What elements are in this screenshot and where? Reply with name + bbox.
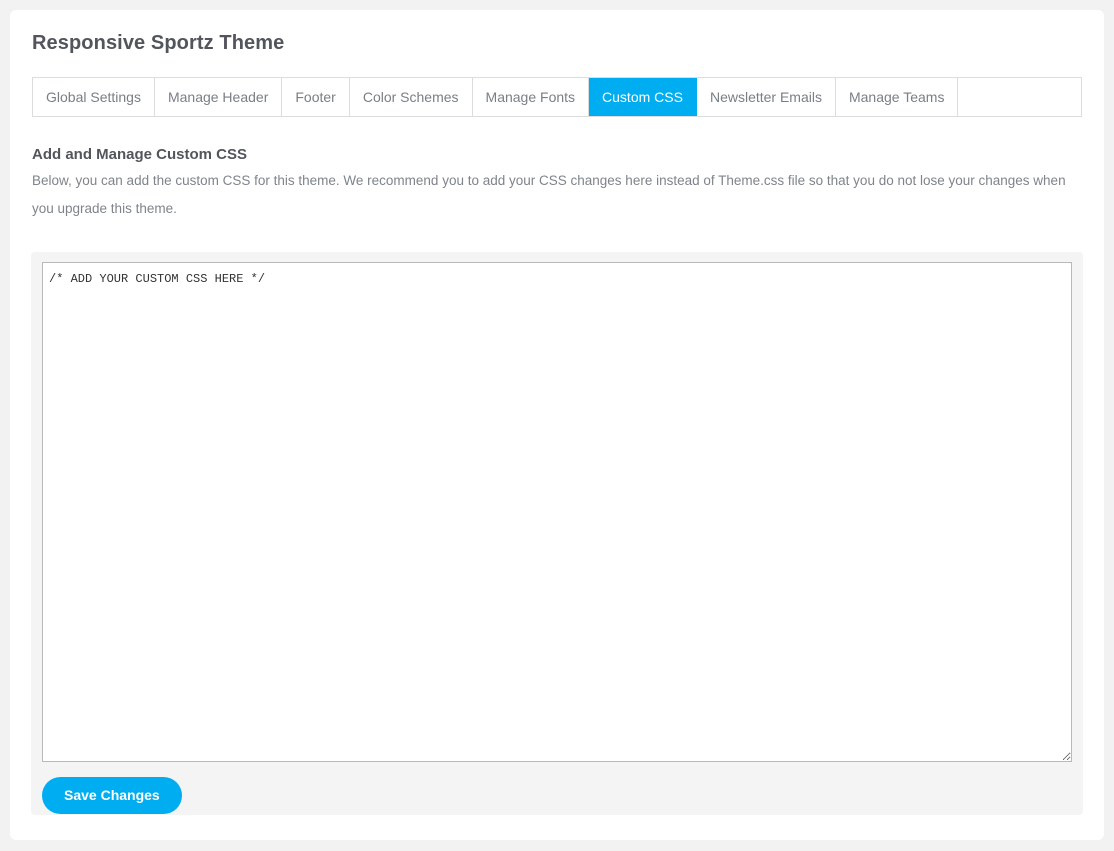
tab-label: Newsletter Emails xyxy=(709,89,822,105)
tab-label: Manage Fonts xyxy=(485,89,576,105)
tab-label: Custom CSS xyxy=(602,89,683,105)
tab-label: Footer xyxy=(295,89,336,105)
tab-custom-css[interactable]: Custom CSS xyxy=(589,78,697,116)
tab-newsletter-emails[interactable]: Newsletter Emails xyxy=(696,78,836,116)
tab-manage-fonts[interactable]: Manage Fonts xyxy=(472,78,590,116)
tab-bar-filler xyxy=(958,78,1081,116)
tab-footer[interactable]: Footer xyxy=(282,78,350,116)
tab-global-settings[interactable]: Global Settings xyxy=(33,78,155,116)
settings-tab-bar: Global Settings Manage Header Footer Col… xyxy=(32,77,1082,117)
tab-label: Color Schemes xyxy=(362,89,459,105)
settings-card: Responsive Sportz Theme Global Settings … xyxy=(10,10,1104,840)
section-description: Below, you can add the custom CSS for th… xyxy=(32,173,1066,216)
custom-css-textarea[interactable] xyxy=(42,262,1072,762)
tab-manage-teams[interactable]: Manage Teams xyxy=(835,78,959,116)
page-title: Responsive Sportz Theme xyxy=(32,32,285,54)
tab-label: Manage Header xyxy=(167,89,269,105)
section-heading: Add and Manage Custom CSS xyxy=(32,146,248,163)
custom-css-panel: Save Changes xyxy=(31,252,1083,815)
tab-color-schemes[interactable]: Color Schemes xyxy=(349,78,473,116)
tab-label: Manage Teams xyxy=(848,89,945,105)
tab-label: Global Settings xyxy=(46,89,141,105)
save-changes-button[interactable]: Save Changes xyxy=(42,777,182,814)
tab-manage-header[interactable]: Manage Header xyxy=(154,78,283,116)
